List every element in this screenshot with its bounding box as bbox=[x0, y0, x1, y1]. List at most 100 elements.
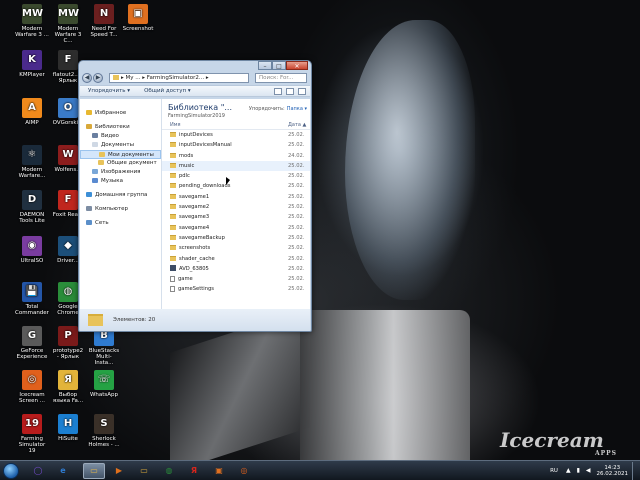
forward-button[interactable]: ▶ bbox=[93, 73, 103, 83]
desktop-shortcut[interactable]: G GeForce Experience bbox=[15, 326, 49, 360]
minimize-button[interactable]: – bbox=[258, 61, 272, 70]
start-button[interactable] bbox=[3, 462, 19, 479]
desktop-shortcut[interactable]: ◎ Icecream Screen ... bbox=[15, 370, 49, 404]
desktop-shortcut[interactable]: ☏ WhatsApp bbox=[87, 370, 121, 398]
nav-item-label: Сеть bbox=[95, 220, 109, 226]
desktop-shortcut[interactable]: N Need For Speed T... bbox=[87, 4, 121, 38]
show-desktop-button[interactable] bbox=[632, 461, 640, 480]
desktop-shortcut[interactable]: Я Выбор языка Fa... bbox=[51, 370, 85, 404]
nav-item[interactable]: Музыка bbox=[80, 177, 161, 186]
file-row[interactable]: inputDevices 25.02. bbox=[162, 130, 310, 140]
search-input[interactable]: Поиск: For... bbox=[255, 73, 307, 83]
file-row[interactable]: pdlc 25.02. bbox=[162, 171, 310, 181]
desktop-shortcut[interactable]: ◉ UltraISO bbox=[15, 236, 49, 264]
preview-pane-icon[interactable] bbox=[286, 87, 294, 95]
desktop-shortcut[interactable]: S Sherlock Holmes - ... bbox=[87, 414, 121, 448]
ie-icon[interactable]: e bbox=[52, 463, 74, 479]
media-player-icon[interactable]: ▶ bbox=[108, 463, 130, 479]
nav-item[interactable]: Общие документ bbox=[80, 159, 161, 168]
file-row[interactable]: savegame3 25.02. bbox=[162, 212, 310, 222]
icecream-recorder-icon: ◎ bbox=[22, 370, 42, 390]
volume-icon[interactable]: ◀ bbox=[586, 467, 591, 474]
tray-arrow-icon[interactable]: ▲ bbox=[566, 467, 571, 474]
file-row[interactable]: savegame4 25.02. bbox=[162, 223, 310, 233]
desktop-shortcut[interactable]: D DAEMON Tools Lite bbox=[15, 190, 49, 224]
file-row[interactable]: music 25.02. bbox=[162, 160, 310, 172]
alice-icon[interactable]: ◯ bbox=[27, 463, 49, 479]
network-tray-icon[interactable]: ▮ bbox=[577, 467, 580, 474]
nav-item[interactable]: Избранное bbox=[80, 109, 161, 118]
address-bar[interactable]: ▸ My ... ▸ FarmingSimulator2... ▸ bbox=[109, 73, 249, 83]
view-options-icon[interactable] bbox=[274, 87, 282, 95]
folder-icon bbox=[170, 234, 176, 240]
nav-item[interactable]: Документы bbox=[80, 141, 161, 150]
music-icon bbox=[92, 178, 98, 183]
column-date[interactable]: Дата ▲ bbox=[288, 121, 306, 129]
share-button[interactable]: Общий доступ ▾ bbox=[144, 88, 191, 94]
maximize-button[interactable]: □ bbox=[272, 61, 286, 70]
desktop-shortcut[interactable]: A AIMP bbox=[15, 98, 49, 126]
explorer-window[interactable]: – □ ✕ ◀ ▶ ▸ My ... ▸ FarmingSimulator2..… bbox=[78, 60, 312, 332]
taskbar: ◯ e ▭ ▶ ▭ ◍ Я ▣ ◎ RU ▲ ▮ ◀ 14:23 26.02.2021 bbox=[0, 460, 640, 480]
nav-item[interactable]: Библиотеки bbox=[80, 123, 161, 132]
file-name-cell: gameSettings bbox=[170, 284, 288, 294]
desktop-shortcut[interactable]: MW Modern Warfare 3 ... bbox=[15, 4, 49, 38]
organize-button[interactable]: Упорядочить ▾ bbox=[88, 88, 130, 94]
desktop-shortcut[interactable]: ▣ Screenshot bbox=[121, 4, 155, 32]
yandex-browser-icon[interactable]: Я bbox=[183, 463, 205, 479]
chrome-taskbar-icon[interactable]: ◍ bbox=[158, 463, 180, 479]
file-manager-icon[interactable]: ▭ bbox=[133, 463, 155, 479]
file-row[interactable]: shader_cache 25.02. bbox=[162, 254, 310, 264]
file-row[interactable]: gameSettings 25.02. bbox=[162, 284, 310, 294]
file-name-cell: inputDevicesManual bbox=[170, 140, 288, 150]
pictures-icon bbox=[92, 169, 98, 174]
desktop-shortcut-label: HiSuite bbox=[58, 436, 78, 442]
nav-item[interactable]: Сеть bbox=[80, 219, 161, 228]
desktop-shortcut[interactable]: 19 Farming Simulator 19 bbox=[15, 414, 49, 454]
file-row[interactable]: savegame2 25.02. bbox=[162, 202, 310, 212]
desktop-shortcut[interactable]: K KMPlayer bbox=[15, 50, 49, 78]
nav-item[interactable]: Домашняя группа bbox=[80, 191, 161, 200]
language-indicator[interactable]: RU bbox=[550, 468, 558, 474]
file-icon bbox=[170, 285, 175, 292]
nav-item-label: Мои документы bbox=[108, 152, 154, 158]
nav-item[interactable]: Изображения bbox=[80, 168, 161, 177]
desktop-shortcut-label: BlueStacks Multi-Insta... bbox=[88, 348, 120, 366]
hisuite-icon: H bbox=[58, 414, 78, 434]
nav-item[interactable]: Видео bbox=[80, 132, 161, 141]
close-button[interactable]: ✕ bbox=[286, 61, 308, 70]
screenshot-icon: ▣ bbox=[128, 4, 148, 24]
desktop-shortcut[interactable]: H HiSuite bbox=[51, 414, 85, 442]
title-bar[interactable]: – □ ✕ bbox=[79, 61, 311, 71]
nav-item[interactable]: Компьютер bbox=[80, 205, 161, 214]
file-row[interactable]: AVD_63805 25.02. bbox=[162, 264, 310, 274]
desktop-shortcut[interactable]: 💾 Total Commander bbox=[15, 282, 49, 316]
nav-item[interactable]: Мои документы bbox=[80, 150, 161, 159]
taskbar-glyph: ▶ bbox=[115, 466, 123, 475]
screenshot-taskbar-icon[interactable]: ▣ bbox=[208, 463, 230, 479]
explorer-icon[interactable]: ▭ bbox=[83, 462, 105, 479]
arrange-dropdown[interactable]: Папка ▾ bbox=[287, 106, 307, 112]
help-icon[interactable] bbox=[298, 87, 306, 95]
desktop-shortcut[interactable]: ⚛ Modern Warfare... bbox=[15, 145, 49, 179]
icecream-taskbar-icon[interactable]: ◎ bbox=[233, 463, 255, 479]
file-row[interactable]: screenshots 25.02. bbox=[162, 243, 310, 253]
column-name[interactable]: Имя bbox=[170, 121, 288, 129]
clock[interactable]: 14:23 26.02.2021 bbox=[597, 465, 629, 477]
ovgorski-icon: O bbox=[58, 98, 78, 118]
desktop-shortcut-label: Sherlock Holmes - ... bbox=[88, 436, 120, 448]
file-row[interactable]: inputDevicesManual 25.02. bbox=[162, 140, 310, 150]
file-row[interactable]: mods 24.02. bbox=[162, 151, 310, 161]
file-row[interactable]: savegame1 25.02. bbox=[162, 192, 310, 202]
address-part[interactable]: FarmingSimulator2... bbox=[147, 75, 204, 81]
file-name-cell: mods bbox=[170, 151, 288, 161]
file-row[interactable]: game 25.02. bbox=[162, 274, 310, 284]
back-button[interactable]: ◀ bbox=[82, 73, 92, 83]
taskbar-glyph: ▭ bbox=[90, 466, 98, 475]
file-row[interactable]: pending_downloads 25.02. bbox=[162, 181, 310, 191]
file-date: 25.02. bbox=[288, 245, 305, 252]
address-part[interactable]: My ... bbox=[126, 75, 141, 81]
desktop-shortcut[interactable]: MW Modern Warfare 3 C... bbox=[51, 4, 85, 44]
file-row[interactable]: savegameBackup 25.02. bbox=[162, 233, 310, 243]
desktop-shortcut[interactable]: B BlueStacks Multi-Insta... bbox=[87, 326, 121, 366]
